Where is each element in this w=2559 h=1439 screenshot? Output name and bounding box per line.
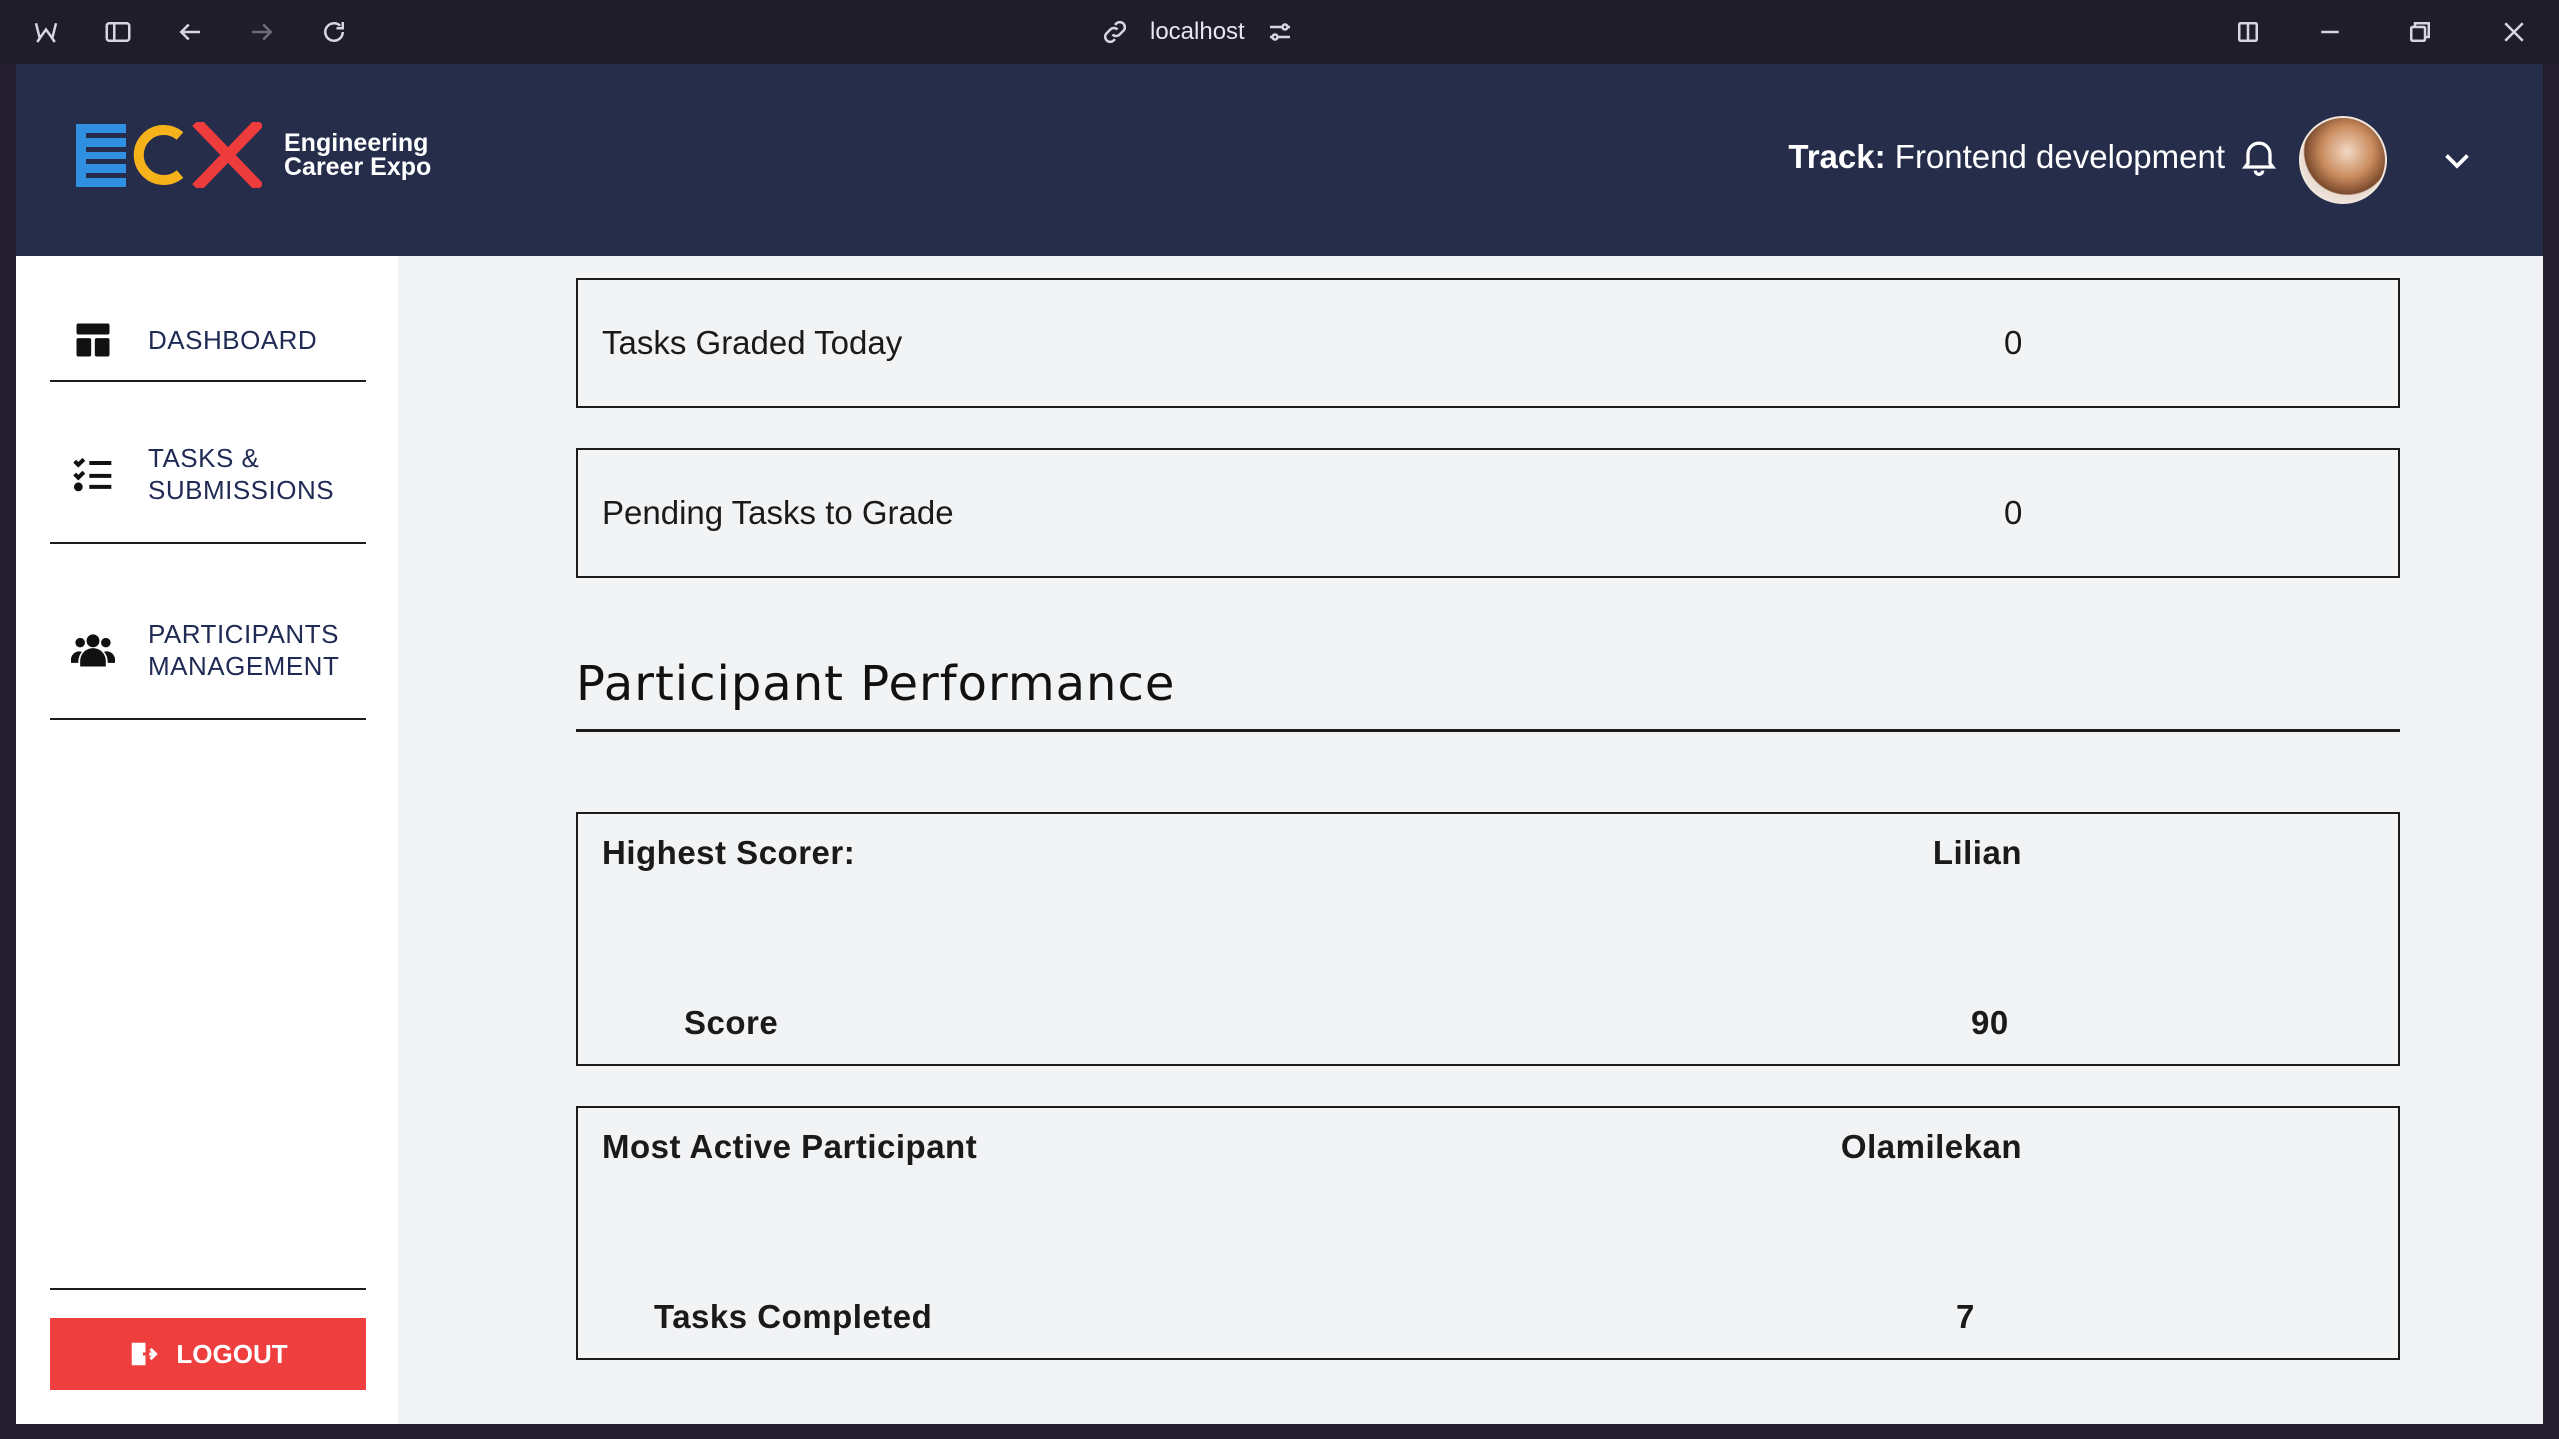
stat-value: 0 — [2004, 324, 2023, 361]
stat-card-tasks-graded-today: Tasks Graded Today 0 — [576, 278, 2400, 408]
main-content: Tasks Graded Today 0 Pending Tasks to Gr… — [398, 256, 2543, 1424]
highest-scorer-name: Lilian — [1932, 834, 2022, 871]
user-avatar[interactable] — [2299, 116, 2387, 204]
app-window: Engineering Career Expo Track: Frontend … — [16, 64, 2543, 1424]
address-bar[interactable]: localhost — [1100, 10, 1295, 54]
task-list-icon — [68, 449, 118, 499]
logo-tagline-line1: Engineering — [284, 129, 429, 157]
reload-icon[interactable] — [316, 14, 352, 50]
tasks-completed-value: 7 — [1956, 1298, 1975, 1335]
sidebar-item-label: TASKS & SUBMISSIONS — [148, 443, 335, 505]
link-icon — [1103, 20, 1127, 44]
most-active-label: Most Active Participant — [602, 1128, 978, 1165]
highest-scorer-card: Highest Scorer: Lilian Score 90 — [576, 812, 2400, 1066]
most-active-participant-card: Most Active Participant Olamilekan Tasks… — [576, 1106, 2400, 1360]
logo-tagline: Engineering Career Expo — [284, 129, 432, 181]
top-header: Engineering Career Expo Track: Frontend … — [16, 64, 2543, 256]
sidebar: DASHBOARD TASKS & SUBMISSIONS PARTICIPAN… — [16, 256, 398, 1424]
ecx-logo[interactable]: Engineering Career Expo — [76, 122, 431, 188]
url-text: localhost — [1150, 18, 1245, 45]
score-label: Score — [684, 1004, 779, 1041]
logout-button[interactable]: LOGOUT — [50, 1318, 366, 1390]
chevron-down-icon[interactable] — [2439, 142, 2475, 178]
users-icon — [68, 625, 118, 675]
sidebar-item-dashboard[interactable]: DASHBOARD — [50, 300, 366, 382]
stat-label: Pending Tasks to Grade — [602, 494, 954, 531]
stat-label: Tasks Graded Today — [602, 324, 903, 361]
track-value: Frontend development — [1894, 138, 2225, 175]
minimize-icon[interactable] — [2312, 14, 2348, 50]
browser-logo-icon[interactable] — [28, 14, 64, 50]
dashboard-icon — [68, 315, 118, 365]
highest-scorer-label: Highest Scorer: — [602, 834, 856, 871]
browser-toolbar: localhost — [0, 0, 2559, 64]
logout-icon — [132, 1342, 159, 1366]
track-label: Track: — [1788, 138, 1886, 175]
stat-value: 0 — [2004, 494, 2023, 531]
forward-icon[interactable] — [244, 14, 280, 50]
stat-card-pending-tasks: Pending Tasks to Grade 0 — [576, 448, 2400, 578]
logo-tagline-line2: Career Expo — [284, 153, 432, 181]
back-icon[interactable] — [172, 14, 208, 50]
sidebar-item-tasks-submissions[interactable]: TASKS & SUBMISSIONS — [50, 406, 366, 544]
sidebar-toggle-icon[interactable] — [100, 14, 136, 50]
logout-label: LOGOUT — [176, 1338, 288, 1369]
ecx-logo-mark — [76, 122, 262, 188]
sidebar-item-label: PARTICIPANTS MANAGEMENT — [148, 619, 340, 681]
sidebar-item-label: DASHBOARD — [148, 325, 318, 355]
track-indicator: Track: Frontend development — [1788, 138, 2225, 176]
notification-bell-icon[interactable] — [2237, 134, 2281, 178]
tasks-completed-label: Tasks Completed — [654, 1298, 933, 1335]
sidebar-divider — [50, 1288, 366, 1290]
site-settings-icon[interactable] — [1265, 17, 1295, 47]
split-view-icon[interactable] — [2230, 14, 2266, 50]
sidebar-item-participants-management[interactable]: PARTICIPANTS MANAGEMENT — [50, 582, 366, 720]
section-title-participant-performance: Participant Performance — [576, 656, 2400, 732]
close-icon[interactable] — [2496, 14, 2532, 50]
score-value: 90 — [1971, 1004, 2009, 1041]
most-active-name: Olamilekan — [1840, 1128, 2022, 1165]
restore-icon[interactable] — [2402, 14, 2438, 50]
